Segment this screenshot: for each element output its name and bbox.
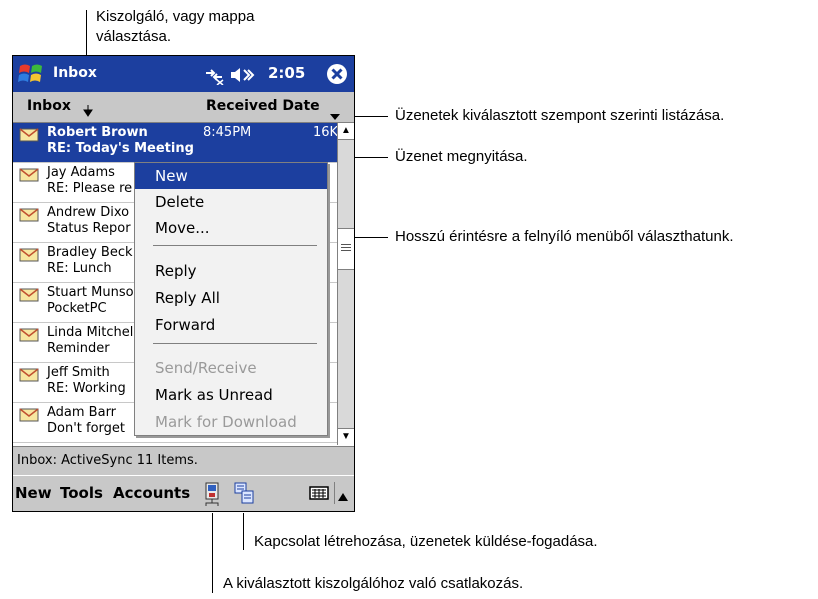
tools-menu[interactable]: Tools	[60, 484, 103, 502]
menu-bar: Inbox Received Date	[13, 92, 354, 123]
context-menu: New Delete Move... Reply Reply All Forwa…	[134, 162, 328, 436]
message-sender: Jay Adams	[47, 165, 115, 180]
pocketpc-screen: Inbox 2:05 Inbox Received Date Robert Br…	[12, 55, 355, 512]
command-bar: New Tools Accounts	[13, 475, 354, 511]
folder-dropdown[interactable]: Inbox	[27, 98, 71, 114]
connect-server-icon[interactable]	[202, 481, 224, 507]
app-title: Inbox	[53, 65, 97, 81]
menu-item-forward[interactable]: Forward	[135, 312, 327, 338]
message-subject: RE: Today's Meeting	[47, 141, 194, 156]
scroll-thumb[interactable]	[338, 228, 354, 270]
callout-leader-line	[243, 513, 244, 550]
callout-sort: Üzenetek kiválasztott szempont szerinti …	[395, 107, 725, 124]
callout-connect: Kapcsolat létrehozása, üzenetek küldése-…	[254, 533, 598, 550]
menu-item-delete[interactable]: Delete	[135, 189, 327, 215]
new-menu[interactable]: New	[15, 484, 52, 502]
message-subject: Status Repor	[47, 221, 131, 236]
message-sender: Linda Mitchel	[47, 325, 134, 340]
envelope-icon	[19, 368, 39, 387]
message-row-selected[interactable]: Robert Brown 8:45PM 16K RE: Today's Meet…	[13, 123, 339, 163]
keyboard-icon[interactable]	[309, 485, 329, 501]
scroll-up-icon[interactable]: ▲	[338, 123, 354, 140]
envelope-icon	[19, 128, 39, 147]
message-sender: Bradley Beck	[47, 245, 133, 260]
connectivity-icon[interactable]	[203, 65, 225, 86]
envelope-icon	[19, 408, 39, 427]
menu-item-new[interactable]: New	[135, 163, 327, 189]
callout-server-connect: A kiválasztott kiszolgálóhoz való csatla…	[223, 575, 524, 592]
callout-leader-line	[212, 513, 213, 593]
speaker-icon[interactable]	[229, 65, 259, 85]
sort-dropdown[interactable]: Received Date	[206, 98, 320, 114]
envelope-icon	[19, 248, 39, 267]
message-sender: Stuart Munso	[47, 285, 134, 300]
menu-separator	[153, 245, 317, 246]
message-subject: RE: Working	[47, 381, 126, 396]
send-receive-icon[interactable]	[233, 481, 255, 507]
menu-item-send-receive: Send/Receive	[155, 359, 257, 377]
menu-item-mark-download: Mark for Download	[155, 413, 297, 431]
menu-item-reply-all[interactable]: Reply All	[135, 285, 327, 311]
callout-server-line1: Kiszolgáló, vagy mappa	[96, 8, 255, 25]
envelope-icon	[19, 168, 39, 187]
message-sender: Jeff Smith	[47, 365, 110, 380]
clock: 2:05	[268, 64, 306, 82]
close-icon[interactable]	[326, 63, 348, 85]
chevron-down-icon[interactable]	[83, 104, 93, 122]
status-bar: Inbox: ActiveSync 11 Items.	[13, 446, 354, 475]
title-bar: Inbox 2:05	[13, 56, 354, 92]
envelope-icon	[19, 328, 39, 347]
menu-item-reply[interactable]: Reply	[135, 258, 327, 284]
message-size: 16K	[313, 125, 339, 140]
menu-item-move[interactable]: Move...	[135, 215, 327, 241]
callout-server-line2: választása.	[96, 28, 172, 45]
callout-longpress: Hosszú érintésre a felnyíló menüből vála…	[395, 228, 734, 245]
status-text: Inbox: ActiveSync 11 Items.	[17, 453, 198, 468]
message-subject: Reminder	[47, 341, 110, 356]
envelope-icon	[19, 288, 39, 307]
callout-leader-line	[353, 116, 388, 117]
windows-flag-icon[interactable]	[17, 61, 45, 87]
menu-item-mark-unread[interactable]: Mark as Unread	[135, 382, 327, 408]
message-sender: Adam Barr	[47, 405, 117, 420]
callout-open: Üzenet megnyitása.	[395, 148, 528, 165]
accounts-menu[interactable]: Accounts	[113, 484, 190, 502]
message-subject: RE: Lunch	[47, 261, 112, 276]
message-subject: RE: Please re	[47, 181, 133, 196]
sip-arrow-icon[interactable]	[338, 488, 348, 501]
message-subject: Don't forget	[47, 421, 125, 436]
message-sender: Robert Brown	[47, 125, 148, 140]
divider	[334, 482, 335, 504]
envelope-icon	[19, 208, 39, 227]
scroll-down-icon[interactable]: ▼	[338, 428, 354, 445]
message-time: 8:45PM	[203, 125, 252, 140]
message-sender: Andrew Dixo	[47, 205, 130, 220]
vertical-scrollbar[interactable]: ▲ ▼	[337, 123, 354, 445]
message-subject: PocketPC	[47, 301, 107, 316]
menu-separator	[153, 343, 317, 344]
